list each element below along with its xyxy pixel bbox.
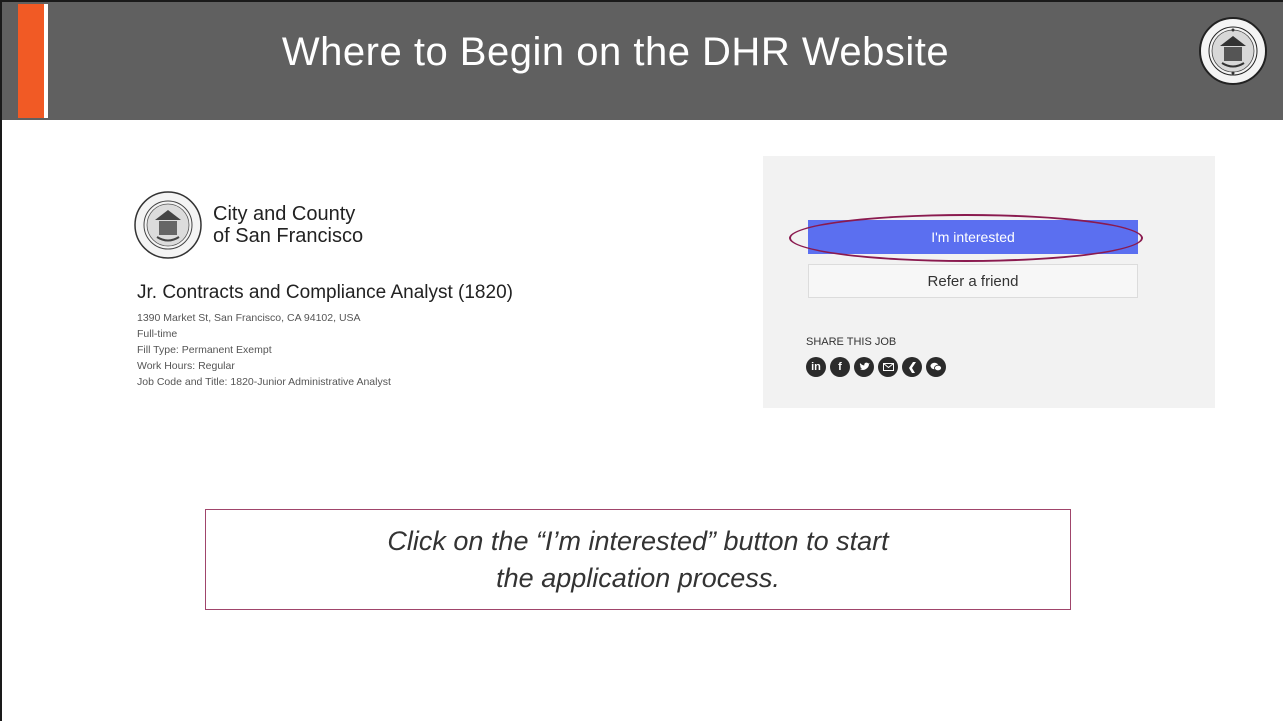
email-icon[interactable] — [878, 357, 898, 377]
callout-line1: Click on the “I’m interested” button to … — [387, 525, 889, 556]
job-code: Job Code and Title: 1820-Junior Administ… — [137, 376, 391, 388]
share-label: SHARE THIS JOB — [806, 336, 897, 348]
callout-line2: the application process. — [496, 562, 780, 593]
org-name: City and County of San Francisco — [213, 203, 363, 247]
accent-bar — [18, 4, 44, 118]
job-address: 1390 Market St, San Francisco, CA 94102,… — [137, 312, 361, 324]
city-seal-icon — [1199, 17, 1267, 85]
instruction-callout: Click on the “I’m interested” button to … — [205, 509, 1071, 610]
city-seal-icon — [134, 191, 202, 259]
twitter-icon[interactable] — [854, 357, 874, 377]
linkedin-icon[interactable]: in — [806, 357, 826, 377]
xing-icon[interactable] — [902, 357, 922, 377]
job-work-hours: Work Hours: Regular — [137, 360, 235, 372]
job-details: 1390 Market St, San Francisco, CA 94102,… — [137, 310, 391, 390]
org-name-line1: City and County — [213, 203, 356, 225]
job-fill-type: Fill Type: Permanent Exempt — [137, 344, 272, 356]
im-interested-button[interactable]: I'm interested — [808, 220, 1138, 254]
job-schedule: Full-time — [137, 328, 178, 340]
job-title: Jr. Contracts and Compliance Analyst (18… — [137, 282, 513, 303]
callout-text: Click on the “I’m interested” button to … — [387, 523, 888, 597]
refer-a-friend-button[interactable]: Refer a friend — [808, 264, 1138, 298]
share-icons: in f — [806, 357, 946, 377]
slide-title: Where to Begin on the DHR Website — [281, 29, 950, 74]
org-name-line2: of San Francisco — [213, 225, 364, 247]
wechat-icon[interactable] — [926, 357, 946, 377]
apply-panel: I'm interested Refer a friend SHARE THIS… — [763, 156, 1215, 408]
facebook-icon[interactable]: f — [830, 357, 850, 377]
